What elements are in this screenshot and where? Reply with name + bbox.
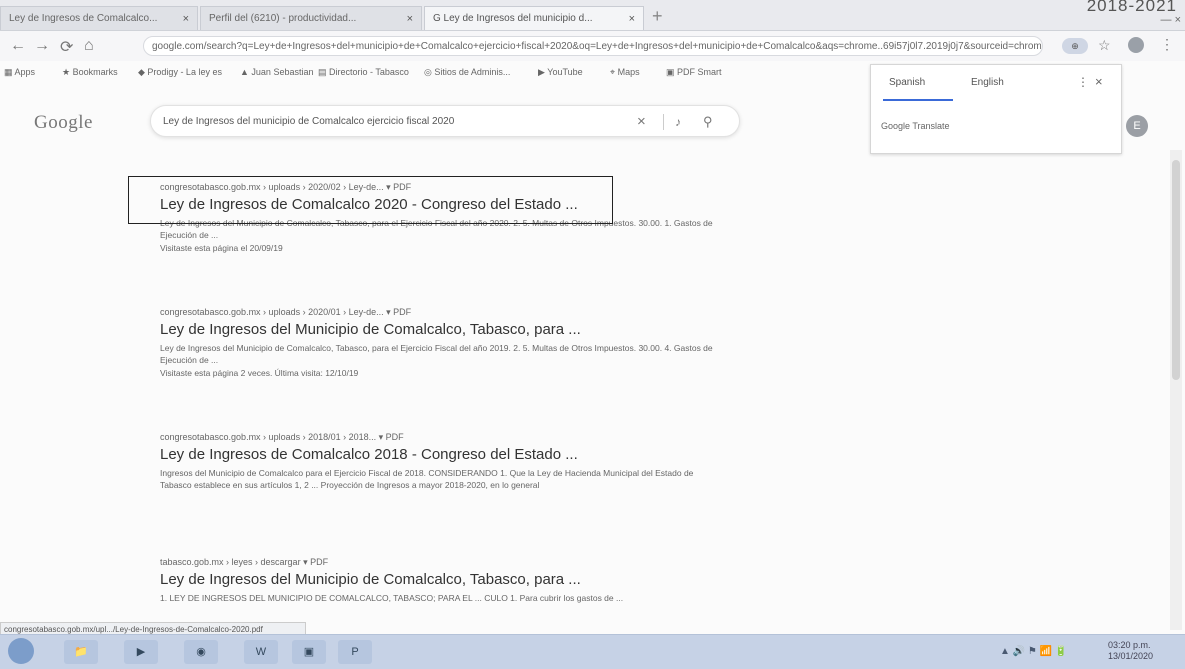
bookmark-label: Apps [14, 67, 36, 77]
search-result: congresotabasco.gob.mx › uploads › 2020/… [160, 307, 720, 379]
bookmark-item[interactable]: ◆ Prodigy - La ley es [138, 67, 222, 78]
window-controls[interactable]: — × [1161, 14, 1181, 26]
taskbar-media-icon[interactable]: ▶ [124, 640, 158, 664]
tab-label: G Ley de Ingresos del municipio d... [433, 13, 593, 24]
result-title-link[interactable]: Ley de Ingresos de Comalcalco 2018 - Con… [160, 446, 720, 463]
result-title-link[interactable]: Ley de Ingresos del Municipio de Comalca… [160, 321, 720, 338]
browser-tab-active[interactable]: G Ley de Ingresos del municipio d... × [424, 6, 644, 30]
clock-date: 13/01/2020 [1108, 651, 1154, 661]
translate-page-icon[interactable]: ⊕ [1062, 38, 1088, 54]
google-logo[interactable]: Google [34, 112, 93, 134]
result-url[interactable]: tabasco.gob.mx › leyes › descargar ▾ PDF [160, 557, 720, 568]
highlight-annotation-box [128, 176, 613, 224]
translate-lang-english[interactable]: English [971, 77, 1004, 88]
bookmark-label: YouTube [547, 67, 583, 77]
account-avatar[interactable]: E [1126, 115, 1148, 137]
taskbar-word-icon[interactable]: W [244, 640, 278, 664]
result-url[interactable]: congresotabasco.gob.mx › uploads › 2018/… [160, 432, 720, 443]
tab-close-icon[interactable]: × [629, 7, 635, 30]
tab-close-icon[interactable]: × [407, 7, 413, 30]
translate-option[interactable]: Google Translate [881, 121, 950, 131]
clock-time: 03:20 p.m. [1108, 640, 1151, 650]
reload-icon[interactable]: ⟳ [60, 37, 73, 57]
taskbar-app-icon[interactable]: ▣ [292, 640, 326, 664]
taskbar-clock[interactable]: 03:20 p.m. 13/01/2020 [1108, 640, 1153, 662]
bookmark-label: Maps [617, 67, 640, 77]
search-divider [663, 114, 664, 130]
google-search-box[interactable]: Ley de Ingresos del municipio de Comalca… [150, 105, 740, 137]
taskbar-chrome-icon[interactable]: ◉ [184, 640, 218, 664]
bookmark-label: PDF Smart [677, 67, 722, 77]
browser-menu-icon[interactable]: ⋮ [1160, 36, 1174, 53]
bookmark-label: Juan Sebastian [251, 67, 314, 77]
bookmark-label: Prodigy - La ley es [147, 67, 222, 77]
bookmark-item[interactable]: ▣ PDF Smart [666, 67, 722, 78]
bookmark-item[interactable]: ▤ Directorio - Tabasco [318, 67, 409, 78]
browser-tab[interactable]: Perfil del (6210) - productividad... × [200, 6, 422, 30]
bookmark-item[interactable]: ▶ YouTube [538, 67, 583, 78]
search-query[interactable]: Ley de Ingresos del municipio de Comalca… [163, 116, 454, 127]
bookmark-item[interactable]: ▲ Juan Sebastian [240, 67, 313, 77]
translate-selected-indicator [883, 99, 953, 101]
forward-arrow-icon[interactable]: → [34, 37, 50, 55]
translate-close-icon[interactable]: × [1095, 74, 1103, 89]
search-icon[interactable]: ⚲ [703, 106, 713, 138]
search-result: tabasco.gob.mx › leyes › descargar ▾ PDF… [160, 557, 720, 604]
clear-search-icon[interactable]: × [637, 106, 646, 138]
tab-label: Perfil del (6210) - productividad... [209, 13, 357, 24]
browser-tab[interactable]: Ley de Ingresos de Comalcalco... × [0, 6, 198, 30]
bookmark-item[interactable]: ◎ Sitios de Adminis... [424, 67, 510, 78]
result-title-link[interactable]: Ley de Ingresos del Municipio de Comalca… [160, 571, 720, 588]
bookmark-item[interactable]: ⌖ Maps [610, 67, 640, 78]
translate-menu-icon[interactable]: ⋮ [1077, 75, 1089, 89]
result-visited-note: Visitaste esta página el 20/09/19 [160, 243, 283, 253]
bookmark-label: Bookmarks [72, 67, 118, 77]
translate-popup: Spanish English ⋮ × Google Translate [870, 64, 1122, 154]
back-arrow-icon[interactable]: ← [10, 37, 26, 55]
result-snippet: 1. LEY DE INGRESOS DEL MUNICIPIO DE COMA… [160, 593, 624, 603]
system-tray-icons[interactable]: ▲ 🔊 ⚑ 📶 🔋 [1000, 646, 1067, 657]
result-visited-note: Visitaste esta página 2 veces. Última vi… [160, 368, 359, 378]
result-snippet: Ley de Ingresos del Municipio de Comalca… [160, 343, 713, 365]
bookmark-star-icon[interactable]: ☆ [1098, 37, 1111, 54]
address-bar[interactable]: google.com/search?q=Ley+de+Ingresos+del+… [143, 36, 1043, 56]
taskbar-explorer-icon[interactable]: 📁 [64, 640, 98, 664]
bookmarks-bar: ▦ Apps ★ Bookmarks ◆ Prodigy - La ley es… [0, 62, 870, 84]
bookmark-apps[interactable]: ▦ Apps [4, 67, 35, 78]
search-result: congresotabasco.gob.mx › uploads › 2018/… [160, 432, 720, 491]
new-tab-button[interactable]: + [652, 6, 663, 27]
result-url[interactable]: congresotabasco.gob.mx › uploads › 2020/… [160, 307, 720, 318]
result-snippet: Ingresos del Municipio de Comalcalco par… [160, 468, 694, 490]
taskbar-powerpoint-icon[interactable]: P [338, 640, 372, 664]
bookmark-label: Sitios de Adminis... [434, 67, 511, 77]
profile-icon[interactable] [1128, 37, 1144, 53]
scrollbar-thumb[interactable] [1172, 160, 1180, 380]
start-button[interactable] [8, 638, 34, 664]
home-icon[interactable]: ⌂ [84, 37, 94, 55]
tab-label: Ley de Ingresos de Comalcalco... [9, 13, 158, 24]
bookmark-label: Directorio - Tabasco [329, 67, 409, 77]
translate-lang-spanish[interactable]: Spanish [889, 77, 925, 88]
tab-close-icon[interactable]: × [183, 7, 189, 30]
bookmark-item[interactable]: ★ Bookmarks [62, 67, 118, 78]
microphone-icon[interactable]: ♪ [675, 106, 681, 138]
